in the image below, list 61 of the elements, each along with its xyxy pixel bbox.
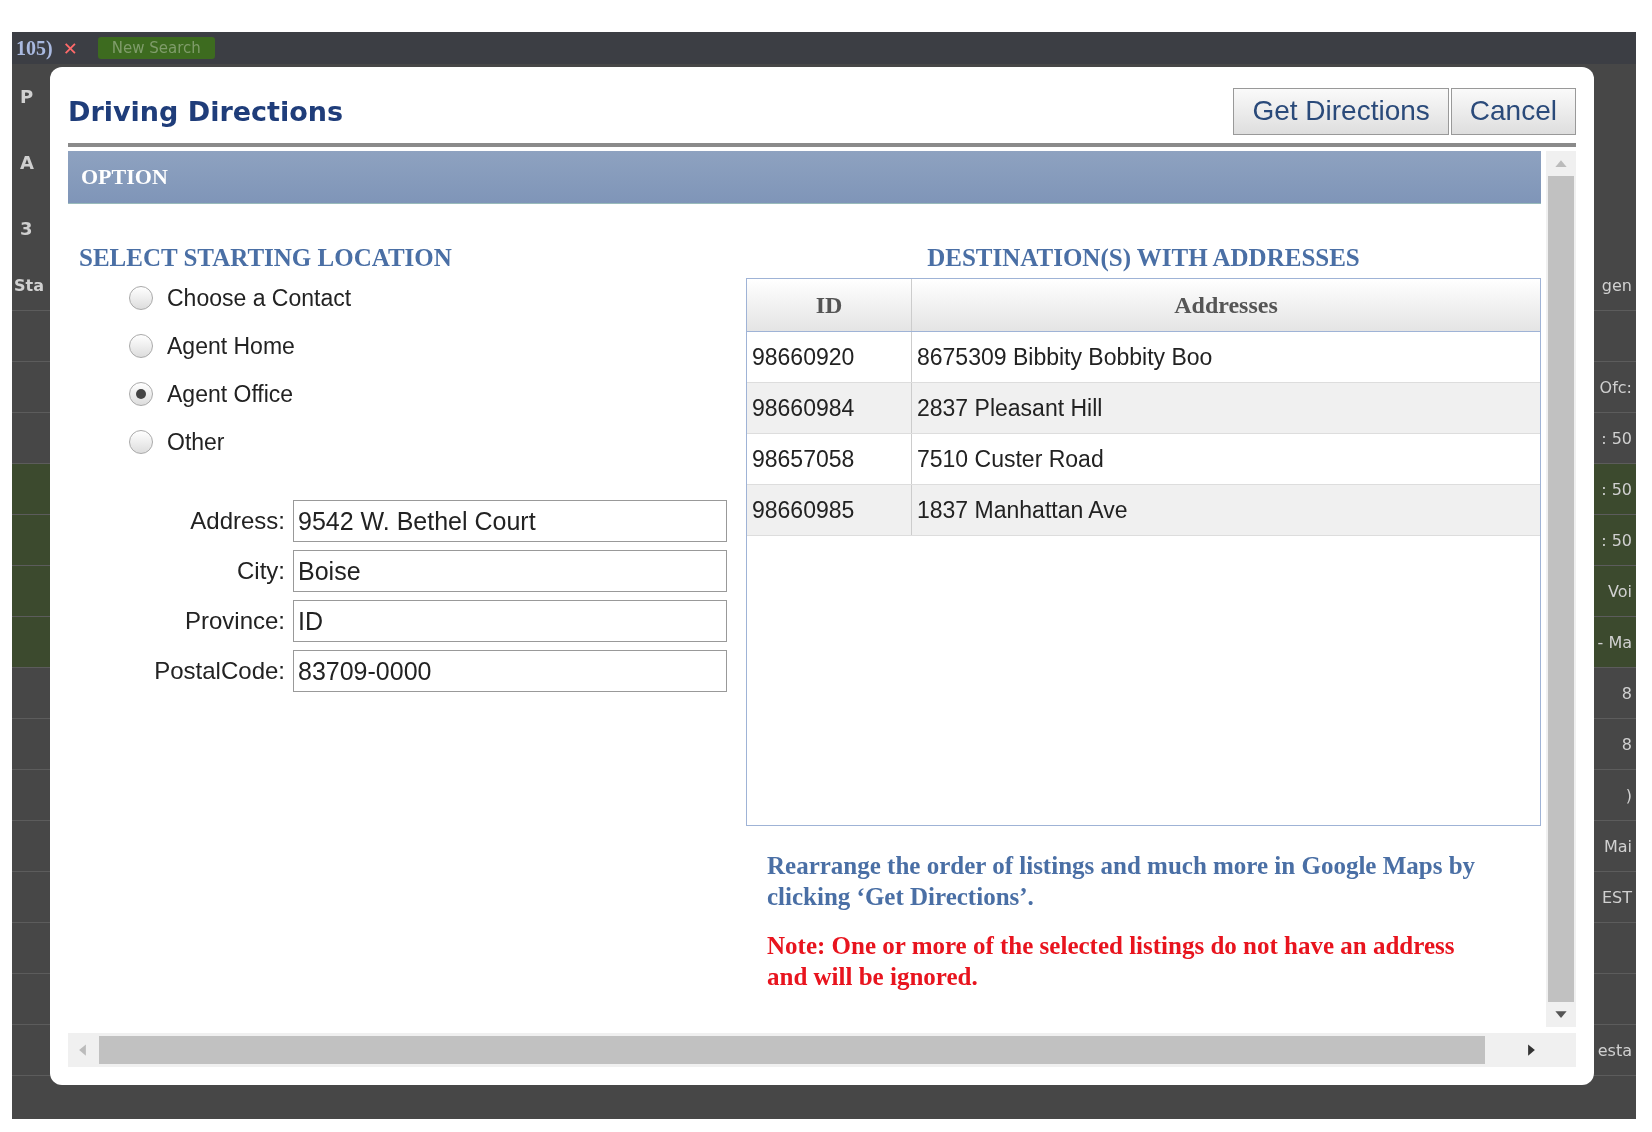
radio-button[interactable]	[129, 382, 153, 406]
input-field[interactable]: ID	[293, 600, 727, 642]
input-field[interactable]: 9542 W. Bethel Court	[293, 500, 727, 542]
horizontal-scrollbar[interactable]	[68, 1033, 1576, 1067]
table-cell: 8	[1621, 683, 1632, 703]
section-heading: DESTINATION(S) WITH ADDRESSES	[926, 244, 1361, 274]
warning-text: Note: One or more of the selected listings do not have an address and will be ignored.	[767, 931, 1456, 992]
table-cell: Voi	[1608, 581, 1632, 601]
radio-button[interactable]	[129, 334, 153, 358]
table-cell: 98660984	[747, 383, 912, 433]
table-cell: 8	[1621, 734, 1632, 754]
background-text: P	[20, 85, 34, 109]
close-icon[interactable]: ✕	[62, 37, 78, 59]
field-label: City:	[236, 557, 285, 585]
radio-option[interactable]: Other	[129, 424, 746, 460]
hint-text: Rearrange the order of listings and much more in Google Maps by clicking ‘Get Directions’.	[767, 851, 1477, 912]
table-cell-text: 7510 Custer Road	[916, 444, 1105, 474]
scroll-down-icon[interactable]	[1554, 1010, 1568, 1019]
table-cell: Sta	[14, 275, 44, 295]
tab-label[interactable]: 105)	[16, 36, 53, 60]
dialog-button[interactable]: Get Directions	[1233, 87, 1449, 135]
scrollbar-thumb[interactable]	[1548, 176, 1574, 1002]
field-label: PostalCode:	[153, 657, 285, 685]
table-cell: Ofc:	[1599, 377, 1632, 397]
field-label: Address:	[189, 507, 285, 535]
input-field[interactable]: Boise	[293, 550, 727, 592]
table-cell: EST	[1601, 887, 1632, 907]
radio-option[interactable]: Agent Office	[129, 376, 746, 412]
table-cell: : 50	[1601, 530, 1632, 550]
table-cell: gen	[1601, 275, 1632, 295]
vertical-scrollbar[interactable]	[1546, 151, 1576, 1027]
table-cell: - Ma	[1597, 632, 1632, 652]
table-cell: 98657058	[747, 434, 912, 484]
background-text: A	[20, 151, 34, 175]
table-cell: )	[1625, 785, 1632, 805]
radio-option[interactable]: Choose a Contact	[129, 280, 746, 316]
column-header: Addresses	[1173, 290, 1279, 320]
dialog-button[interactable]: Cancel	[1450, 87, 1576, 135]
table-cell-text: 1837 Manhattan Ave	[916, 495, 1129, 525]
table-cell: 98660985	[747, 485, 912, 535]
scroll-left-icon[interactable]	[78, 1043, 87, 1057]
table-cell: : 50	[1601, 428, 1632, 448]
scroll-right-icon[interactable]	[1527, 1043, 1536, 1057]
field-label: Province:	[183, 607, 285, 635]
table-cell-text: 2837 Pleasant Hill	[916, 393, 1104, 423]
background-text: 3	[20, 217, 33, 241]
radio-button[interactable]	[129, 430, 153, 454]
radio-option[interactable]: Agent Home	[129, 328, 746, 364]
table-cell: 98660920	[747, 332, 912, 382]
scrollbar-thumb[interactable]	[99, 1036, 1485, 1064]
table-cell: : 50	[1601, 479, 1632, 499]
table-cell: esta	[1597, 1040, 1632, 1060]
section-header: OPTION	[68, 151, 1541, 204]
table-cell-text: 8675309 Bibbity Bobbity Boo	[916, 342, 1214, 372]
column-header: ID	[747, 279, 912, 331]
table-cell: Mai	[1603, 836, 1632, 856]
input-field[interactable]: 83709-0000	[293, 650, 727, 692]
scroll-up-icon[interactable]	[1554, 159, 1568, 168]
radio-button[interactable]	[129, 286, 153, 310]
dialog-title: Driving Directions	[68, 95, 344, 127]
section-heading: SELECT STARTING LOCATION	[79, 244, 453, 273]
